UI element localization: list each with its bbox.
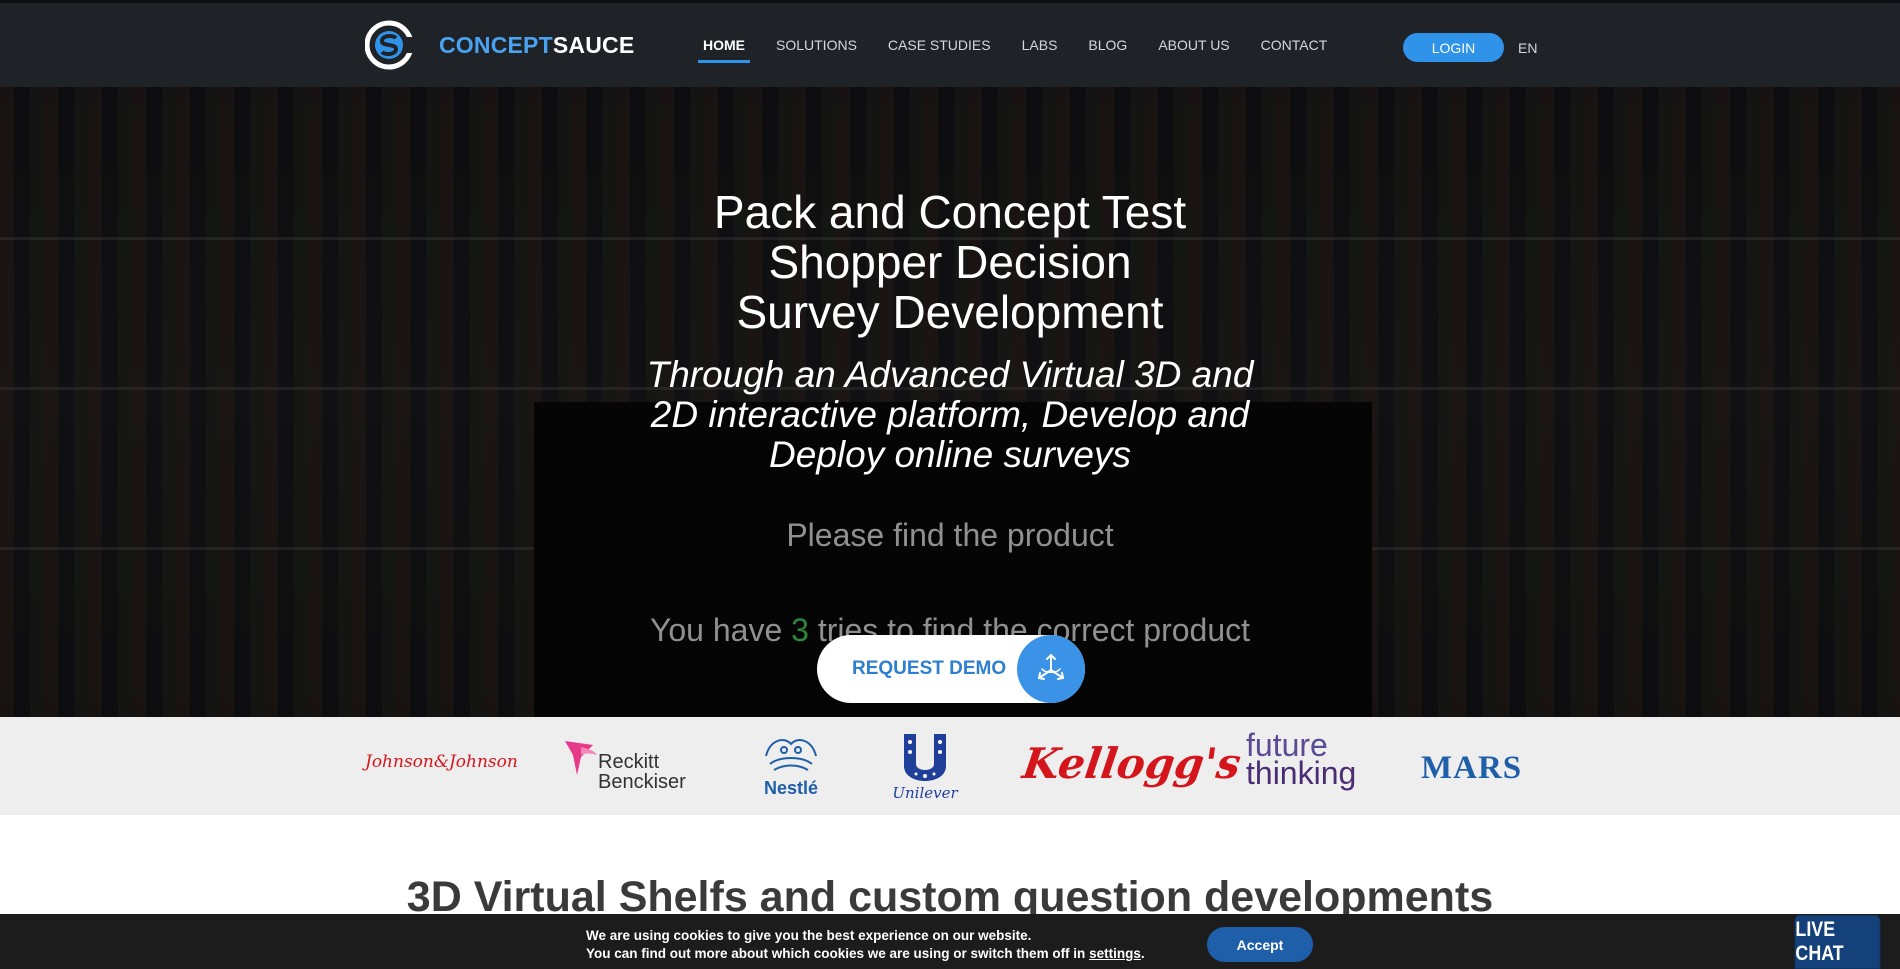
cookie-message-line: You can find out more about which cookie… (586, 945, 1145, 963)
hero-subtitle-line: 2D interactive platform, Develop and (650, 394, 1250, 435)
site-header: CONCEPTSAUCE HOME SOLUTIONS CASE STUDIES… (0, 0, 1900, 87)
client-logos-strip: Johnson&Johnson Reckitt Benckiser Nestlé (0, 717, 1900, 815)
nav-contact[interactable]: CONTACT (1258, 37, 1331, 53)
tries-count: 3 (791, 612, 809, 648)
mars-logo: MARS (1421, 750, 1523, 786)
nav-blog[interactable]: BLOG (1085, 37, 1130, 53)
nav-solutions[interactable]: SOLUTIONS (773, 37, 860, 53)
unilever-logo: Unilever (892, 731, 958, 803)
language-selector[interactable]: EN (1518, 40, 1537, 56)
nav-case-studies[interactable]: CASE STUDIES (885, 37, 994, 53)
live-chat-button[interactable]: LIVE CHAT (1794, 915, 1881, 969)
hero-subtitle-line: Deploy online surveys (769, 434, 1131, 475)
hero-subtitle: Through an Advanced Virtual 3D and 2D in… (0, 355, 1900, 475)
hero-subtitle-line: Through an Advanced Virtual 3D and (646, 354, 1254, 395)
nav-labs[interactable]: LABS (1019, 37, 1061, 53)
site-logo[interactable]: CONCEPTSAUCE (365, 17, 634, 73)
main-nav: HOME SOLUTIONS CASE STUDIES LABS BLOG AB… (698, 37, 1355, 63)
johnson-and-johnson-logo: Johnson&Johnson (365, 752, 518, 772)
request-demo-label: REQUEST DEMO (852, 658, 1007, 679)
cookie-line2-text: You can find out more about which cookie… (586, 946, 1090, 961)
brand-name: CONCEPTSAUCE (439, 32, 634, 59)
cookie-settings-link[interactable]: settings (1089, 946, 1141, 961)
request-demo-button[interactable]: REQUEST DEMO (817, 635, 1085, 703)
hero-section: Pack and Concept Test Shopper Decision S… (0, 87, 1900, 717)
cookie-consent-bar: We are using cookies to give you the bes… (0, 914, 1900, 969)
future-thinking-logo: future thinking (1246, 729, 1357, 791)
reckitt-word: Reckitt (598, 751, 660, 773)
unilever-wordmark: Unilever (892, 784, 958, 802)
nestle-nest-icon (765, 738, 817, 771)
cookie-message: We are using cookies to give you the bes… (586, 927, 1145, 963)
nav-home[interactable]: HOME (698, 37, 750, 63)
reckitt-benckiser-wordmark: Reckitt Benckiser (598, 752, 686, 792)
thinking-word: thinking (1246, 755, 1357, 791)
nestle-logo: Nestlé (758, 733, 824, 799)
hero-title-line: Shopper Decision (768, 236, 1132, 288)
tries-prefix: You have (649, 612, 792, 648)
login-button[interactable]: LOGIN (1403, 33, 1504, 62)
reckitt-swoosh-icon (565, 741, 597, 775)
background-survey-prompt: Please find the product (786, 517, 1114, 553)
conceptsauce-logo-icon (365, 20, 413, 70)
cookie-message-line: We are using cookies to give you the bes… (586, 928, 1032, 943)
kelloggs-logo: Kellogg's (1019, 739, 1244, 788)
brand-name-part1: CONCEPT (439, 31, 553, 58)
benckiser-word: Benckiser (598, 771, 686, 793)
nestle-wordmark: Nestlé (763, 777, 819, 798)
hero-title-line: Survey Development (736, 286, 1164, 338)
nav-about-us[interactable]: ABOUT US (1155, 37, 1232, 53)
hero-title-line: Pack and Concept Test (713, 186, 1187, 238)
hero-title: Pack and Concept Test Shopper Decision S… (0, 187, 1900, 337)
accept-cookies-button[interactable]: Accept (1207, 927, 1313, 962)
unilever-u-icon (904, 734, 946, 781)
3d-axes-icon (1017, 635, 1085, 703)
reckitt-benckiser-logo: Reckitt Benckiser (563, 737, 693, 797)
cookie-line2-end: . (1140, 946, 1145, 961)
brand-name-part2: SAUCE (552, 31, 635, 58)
